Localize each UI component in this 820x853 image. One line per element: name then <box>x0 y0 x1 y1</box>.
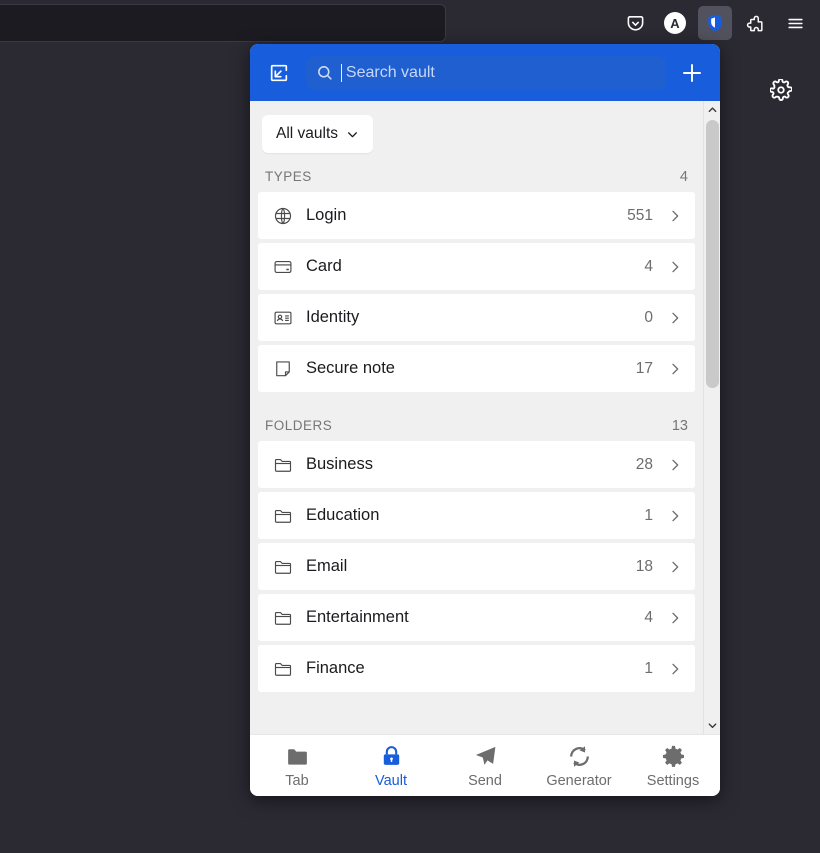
folder-row-email[interactable]: Email 18 <box>258 543 695 590</box>
send-icon <box>473 743 498 769</box>
folder-icon <box>272 556 294 578</box>
app-menu-icon[interactable] <box>778 6 812 40</box>
vertical-scrollbar[interactable] <box>703 101 720 734</box>
chevron-right-icon <box>667 661 683 677</box>
scroll-up-arrow-icon[interactable] <box>704 101 720 118</box>
row-label: Identity <box>306 308 360 326</box>
search-input[interactable] <box>345 63 656 82</box>
chevron-down-icon <box>348 131 357 137</box>
chevron-right-icon <box>667 361 683 377</box>
chevron-right-icon <box>667 559 683 575</box>
row-count: 551 <box>627 206 653 224</box>
bitwarden-shield-icon[interactable] <box>698 6 732 40</box>
folder-icon <box>285 743 310 769</box>
row-count: 1 <box>644 506 653 524</box>
chevron-right-icon <box>667 208 683 224</box>
folder-icon <box>272 505 294 527</box>
account-avatar[interactable]: A <box>658 6 692 40</box>
toolbar-icon-group: A <box>618 4 812 42</box>
extensions-icon[interactable] <box>738 6 772 40</box>
row-count: 1 <box>644 659 653 677</box>
folder-row-business[interactable]: Business 28 <box>258 441 695 488</box>
chevron-right-icon <box>667 508 683 524</box>
all-vaults-dropdown[interactable]: All vaults <box>262 115 374 153</box>
row-label: Secure note <box>306 359 395 377</box>
nav-label: Send <box>468 772 502 789</box>
section-count: 13 <box>671 418 688 434</box>
section-header-types: TYPES 4 <box>250 163 703 192</box>
folder-icon <box>272 454 294 476</box>
chevron-right-icon <box>667 259 683 275</box>
nav-item-tab[interactable]: Tab <box>255 743 339 789</box>
avatar-letter: A <box>664 12 686 34</box>
section-header-folders: FOLDERS 13 <box>250 412 703 441</box>
folder-row-education[interactable]: Education 1 <box>258 492 695 539</box>
pocket-icon[interactable] <box>618 6 652 40</box>
chevron-right-icon <box>667 610 683 626</box>
folder-icon <box>272 607 294 629</box>
gear-icon <box>661 743 686 769</box>
browser-toolbar: A <box>0 0 820 47</box>
bitwarden-popup: All vaults TYPES 4 <box>250 44 720 796</box>
section-title: FOLDERS <box>265 418 333 433</box>
nav-label: Settings <box>646 772 700 789</box>
search-field-wrapper[interactable] <box>306 55 666 90</box>
nav-label: Vault <box>375 772 407 789</box>
search-icon <box>318 66 332 80</box>
folders-list: Business 28 Education 1 Email 18 Enterta… <box>250 441 703 692</box>
nav-label: Generator <box>546 772 612 789</box>
vault-type-row-card[interactable]: Card 4 <box>258 243 695 290</box>
bottom-navigation: Tab Vault Send Generator Settings <box>250 734 720 796</box>
vault-scroll-region: All vaults TYPES 4 Login 551 Card 4 Iden… <box>250 101 703 734</box>
vault-type-row-secure-note[interactable]: Secure note 17 <box>258 345 695 392</box>
text-caret <box>341 63 342 82</box>
folder-row-entertainment[interactable]: Entertainment 4 <box>258 594 695 641</box>
popup-header <box>250 44 720 101</box>
scrollbar-thumb[interactable] <box>706 120 719 388</box>
section-title: TYPES <box>265 169 312 184</box>
scroll-down-arrow-icon[interactable] <box>704 717 720 734</box>
refresh-icon <box>567 743 592 769</box>
all-vaults-label: All vaults <box>276 125 339 142</box>
row-label: Finance <box>306 659 365 677</box>
nav-label: Tab <box>285 772 309 789</box>
nav-item-vault[interactable]: Vault <box>349 743 433 789</box>
id-card-icon <box>272 307 294 329</box>
row-label: Card <box>306 257 342 275</box>
chevron-right-icon <box>667 310 683 326</box>
row-label: Entertainment <box>306 608 409 626</box>
folder-icon <box>272 658 294 680</box>
vault-filter-row: All vaults <box>250 101 703 163</box>
row-count: 4 <box>644 608 653 626</box>
page-gear-icon[interactable] <box>769 78 793 101</box>
popout-icon[interactable] <box>262 56 296 90</box>
row-label: Email <box>306 557 348 575</box>
row-count: 0 <box>644 308 653 326</box>
row-count: 28 <box>635 455 653 473</box>
lock-icon <box>379 743 404 769</box>
section-count: 4 <box>679 169 688 185</box>
chevron-right-icon <box>667 457 683 473</box>
row-label: Login <box>306 206 347 224</box>
note-icon <box>272 358 294 380</box>
row-count: 17 <box>635 359 653 377</box>
types-list: Login 551 Card 4 Identity 0 Secure note … <box>250 192 703 392</box>
row-label: Business <box>306 455 373 473</box>
nav-item-generator[interactable]: Generator <box>537 743 621 789</box>
add-item-icon[interactable] <box>676 57 708 89</box>
row-count: 4 <box>644 257 653 275</box>
nav-item-settings[interactable]: Settings <box>631 743 715 789</box>
globe-icon <box>272 205 294 227</box>
vault-type-row-login[interactable]: Login 551 <box>258 192 695 239</box>
credit-card-icon <box>272 256 294 278</box>
nav-item-send[interactable]: Send <box>443 743 527 789</box>
folder-row-finance[interactable]: Finance 1 <box>258 645 695 692</box>
popup-body: All vaults TYPES 4 Login 551 Card 4 Iden… <box>250 101 720 734</box>
row-label: Education <box>306 506 380 524</box>
vault-type-row-identity[interactable]: Identity 0 <box>258 294 695 341</box>
row-count: 18 <box>635 557 653 575</box>
url-bar[interactable] <box>0 4 446 42</box>
